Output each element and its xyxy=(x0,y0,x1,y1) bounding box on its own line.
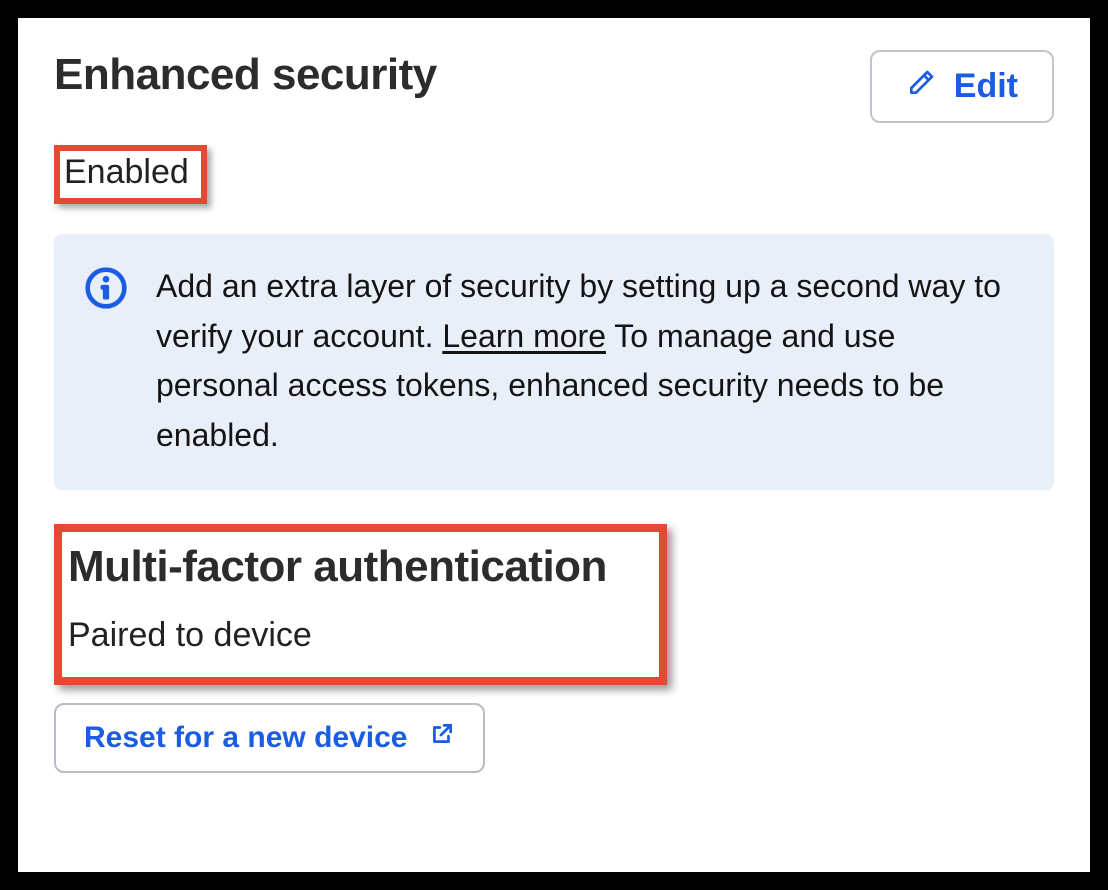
info-box: Add an extra layer of security by settin… xyxy=(54,234,1054,490)
learn-more-link[interactable]: Learn more xyxy=(442,318,606,354)
enhanced-security-status: Enabled xyxy=(54,145,207,204)
reset-device-label: Reset for a new device xyxy=(84,721,407,755)
pencil-icon xyxy=(906,66,938,107)
info-text: Add an extra layer of security by settin… xyxy=(156,262,1024,460)
reset-device-button[interactable]: Reset for a new device xyxy=(54,703,485,773)
mfa-status: Paired to device xyxy=(68,616,607,655)
mfa-title: Multi-factor authentication xyxy=(68,542,607,592)
mfa-block: Multi-factor authentication Paired to de… xyxy=(54,524,667,685)
edit-button[interactable]: Edit xyxy=(870,50,1054,123)
info-icon xyxy=(84,266,128,315)
security-settings-panel: Enhanced security Edit Enabled Add an ex… xyxy=(18,18,1090,872)
header-row: Enhanced security Edit xyxy=(54,50,1054,123)
edit-button-label: Edit xyxy=(954,67,1018,106)
external-link-icon xyxy=(429,721,455,755)
page-title: Enhanced security xyxy=(54,50,437,100)
